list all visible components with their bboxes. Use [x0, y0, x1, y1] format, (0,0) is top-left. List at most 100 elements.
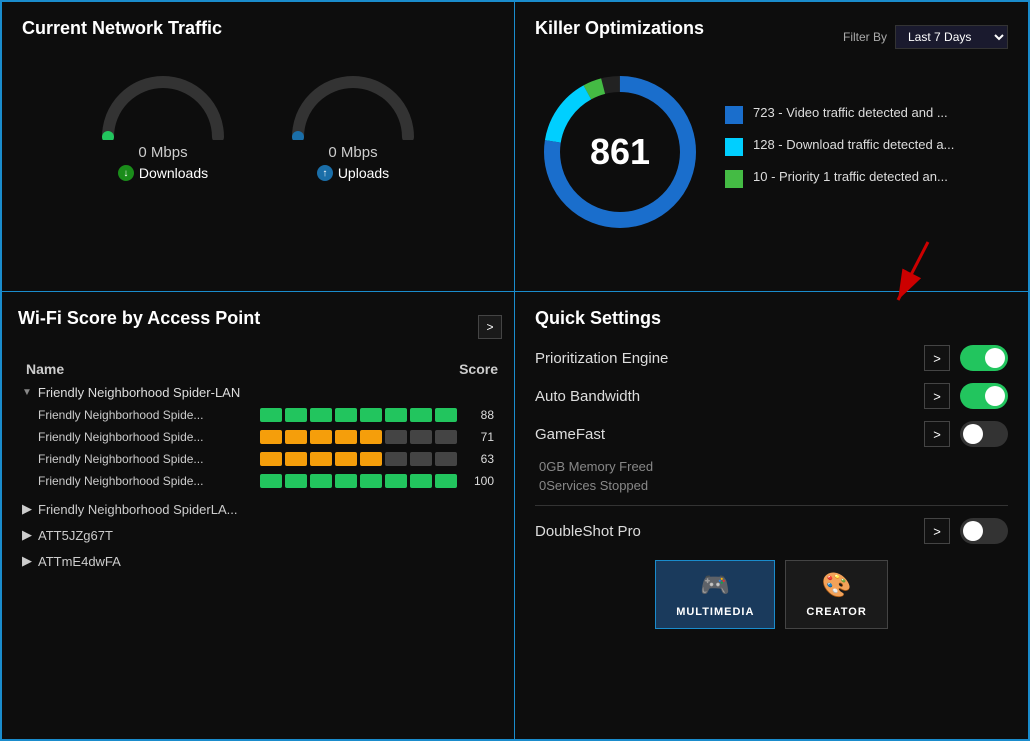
qs-divider: [535, 505, 1008, 506]
toggle-slider-on-2: [960, 383, 1008, 409]
bar-chart-1-2: 71: [260, 430, 494, 444]
network-traffic-title: Current Network Traffic: [22, 18, 494, 39]
legend-color-1: [725, 106, 743, 124]
bar-seg: [435, 430, 457, 444]
bar-seg: [285, 430, 307, 444]
mode-buttons: 🎮 MULTIMEDIA 🎨 CREATOR: [535, 560, 1008, 629]
bar-seg: [410, 430, 432, 444]
quick-settings-title: Quick Settings: [535, 308, 1008, 329]
ap-name-2: Friendly Neighborhood SpiderLA...: [38, 502, 237, 517]
wifi-scroll-container[interactable]: ▼ Friendly Neighborhood Spider-LAN Frien…: [18, 381, 502, 723]
ap-child-1-1: Friendly Neighborhood Spide... 88: [34, 404, 498, 426]
dashboard: Current Network Traffic 0 Mbps ↓ Downloa…: [0, 0, 1030, 741]
network-traffic-panel: Current Network Traffic 0 Mbps ↓ Downloa…: [2, 2, 515, 292]
uploads-gauge-svg: [288, 65, 418, 140]
score-1-3: 63: [466, 452, 494, 466]
wifi-expand-button[interactable]: >: [478, 315, 502, 339]
prioritization-engine-label: Prioritization Engine: [535, 350, 668, 367]
bar-seg: [335, 452, 357, 466]
uploads-label-text: Uploads: [338, 165, 389, 181]
wifi-col-score: Score: [459, 361, 498, 377]
auto-bandwidth-row: Auto Bandwidth >: [535, 383, 1008, 409]
prioritization-engine-toggle[interactable]: [960, 345, 1008, 371]
ap-child-name-1-1: Friendly Neighborhood Spide...: [38, 408, 218, 422]
toggle-slider-on: [960, 345, 1008, 371]
creator-mode-button[interactable]: 🎨 CREATOR: [785, 560, 887, 629]
filter-select[interactable]: Last 7 Days Last 30 Days Last 24 Hours: [895, 25, 1008, 49]
ap-child-1-4: Friendly Neighborhood Spide... 100: [34, 470, 498, 492]
bar-seg: [360, 474, 382, 488]
multimedia-label: MULTIMEDIA: [676, 606, 754, 618]
ko-content: 861 723 - Video traffic detected and ...…: [535, 67, 1008, 237]
toggle-knob-3: [963, 424, 983, 444]
bar-chart-1-4: 100: [260, 474, 494, 488]
bar-seg: [310, 474, 332, 488]
bar-seg: [410, 408, 432, 422]
multimedia-mode-button[interactable]: 🎮 MULTIMEDIA: [655, 560, 775, 629]
quick-settings-panel: Quick Settings Prioritization Engine > A…: [515, 292, 1028, 739]
uploads-label: ↑ Uploads: [317, 165, 389, 181]
filter-group: Filter By Last 7 Days Last 30 Days Last …: [843, 25, 1008, 49]
bar-seg: [360, 452, 382, 466]
bar-seg: [385, 408, 407, 422]
gamefast-row: GameFast >: [535, 421, 1008, 447]
bar-seg: [435, 474, 457, 488]
creator-label: CREATOR: [806, 606, 866, 618]
bar-seg: [410, 474, 432, 488]
toggle-knob-4: [963, 521, 983, 541]
doubleshot-arrow-btn[interactable]: >: [924, 518, 950, 544]
legend-item-2: 128 - Download traffic detected a...: [725, 136, 1008, 156]
toggle-knob: [985, 348, 1005, 368]
prioritization-engine-arrow-btn[interactable]: >: [924, 345, 950, 371]
donut-chart: 861: [535, 67, 705, 237]
doubleshot-row: DoubleShot Pro >: [535, 518, 1008, 544]
ap-collapsed-2[interactable]: ▶ Friendly Neighborhood SpiderLA...: [18, 496, 498, 522]
gamefast-label: GameFast: [535, 426, 605, 443]
wifi-header: Wi-Fi Score by Access Point >: [18, 308, 502, 345]
multimedia-icon: 🎮: [700, 571, 730, 600]
ap-collapsed-4[interactable]: ▶ ATTmE4dwFA: [18, 548, 498, 574]
score-1-2: 71: [466, 430, 494, 444]
prioritization-engine-controls: >: [924, 345, 1008, 371]
bar-seg: [360, 408, 382, 422]
auto-bandwidth-toggle[interactable]: [960, 383, 1008, 409]
bar-seg: [285, 408, 307, 422]
ap-parent-1[interactable]: ▼ Friendly Neighborhood Spider-LAN: [18, 381, 498, 404]
bar-seg: [335, 474, 357, 488]
bar-seg: [310, 408, 332, 422]
score-1-1: 88: [466, 408, 494, 422]
gauges-container: 0 Mbps ↓ Downloads 0 Mbps ↑ Uploads: [22, 55, 494, 191]
ap-collapsed-3[interactable]: ▶ ATT5JZg67T: [18, 522, 498, 548]
toggle-slider-off-2: [960, 518, 1008, 544]
bar-seg: [410, 452, 432, 466]
ko-title: Killer Optimizations: [535, 18, 704, 39]
ap-arrow-2: ▶: [22, 501, 32, 517]
gamefast-arrow-btn[interactable]: >: [924, 421, 950, 447]
ap-group-1: ▼ Friendly Neighborhood Spider-LAN Frien…: [18, 381, 498, 492]
bar-chart-1-1: 88: [260, 408, 494, 422]
ap-child-name-1-3: Friendly Neighborhood Spide...: [38, 452, 218, 466]
auto-bandwidth-arrow-btn[interactable]: >: [924, 383, 950, 409]
gamefast-toggle[interactable]: [960, 421, 1008, 447]
ap-child-name-1-4: Friendly Neighborhood Spide...: [38, 474, 218, 488]
ap-arrow-4: ▶: [22, 553, 32, 569]
creator-icon: 🎨: [822, 571, 852, 600]
uploads-value: 0 Mbps: [328, 144, 377, 161]
ko-legend: 723 - Video traffic detected and ... 128…: [725, 104, 1008, 200]
auto-bandwidth-controls: >: [924, 383, 1008, 409]
bar-seg: [385, 474, 407, 488]
bar-seg: [435, 452, 457, 466]
auto-bandwidth-label: Auto Bandwidth: [535, 388, 640, 405]
ap-name-1: Friendly Neighborhood Spider-LAN: [38, 385, 240, 400]
ap-arrow-1: ▼: [22, 387, 32, 398]
bar-seg: [310, 430, 332, 444]
doubleshot-toggle[interactable]: [960, 518, 1008, 544]
ap-arrow-3: ▶: [22, 527, 32, 543]
ap-child-name-1-2: Friendly Neighborhood Spide...: [38, 430, 218, 444]
filter-label: Filter By: [843, 30, 887, 44]
uploads-icon: ↑: [317, 165, 333, 181]
ap-name-3: ATT5JZg67T: [38, 528, 113, 543]
prioritization-engine-row: Prioritization Engine >: [535, 345, 1008, 371]
downloads-value: 0 Mbps: [138, 144, 187, 161]
gamefast-sub: 0GB Memory Freed 0Services Stopped: [535, 459, 1008, 493]
